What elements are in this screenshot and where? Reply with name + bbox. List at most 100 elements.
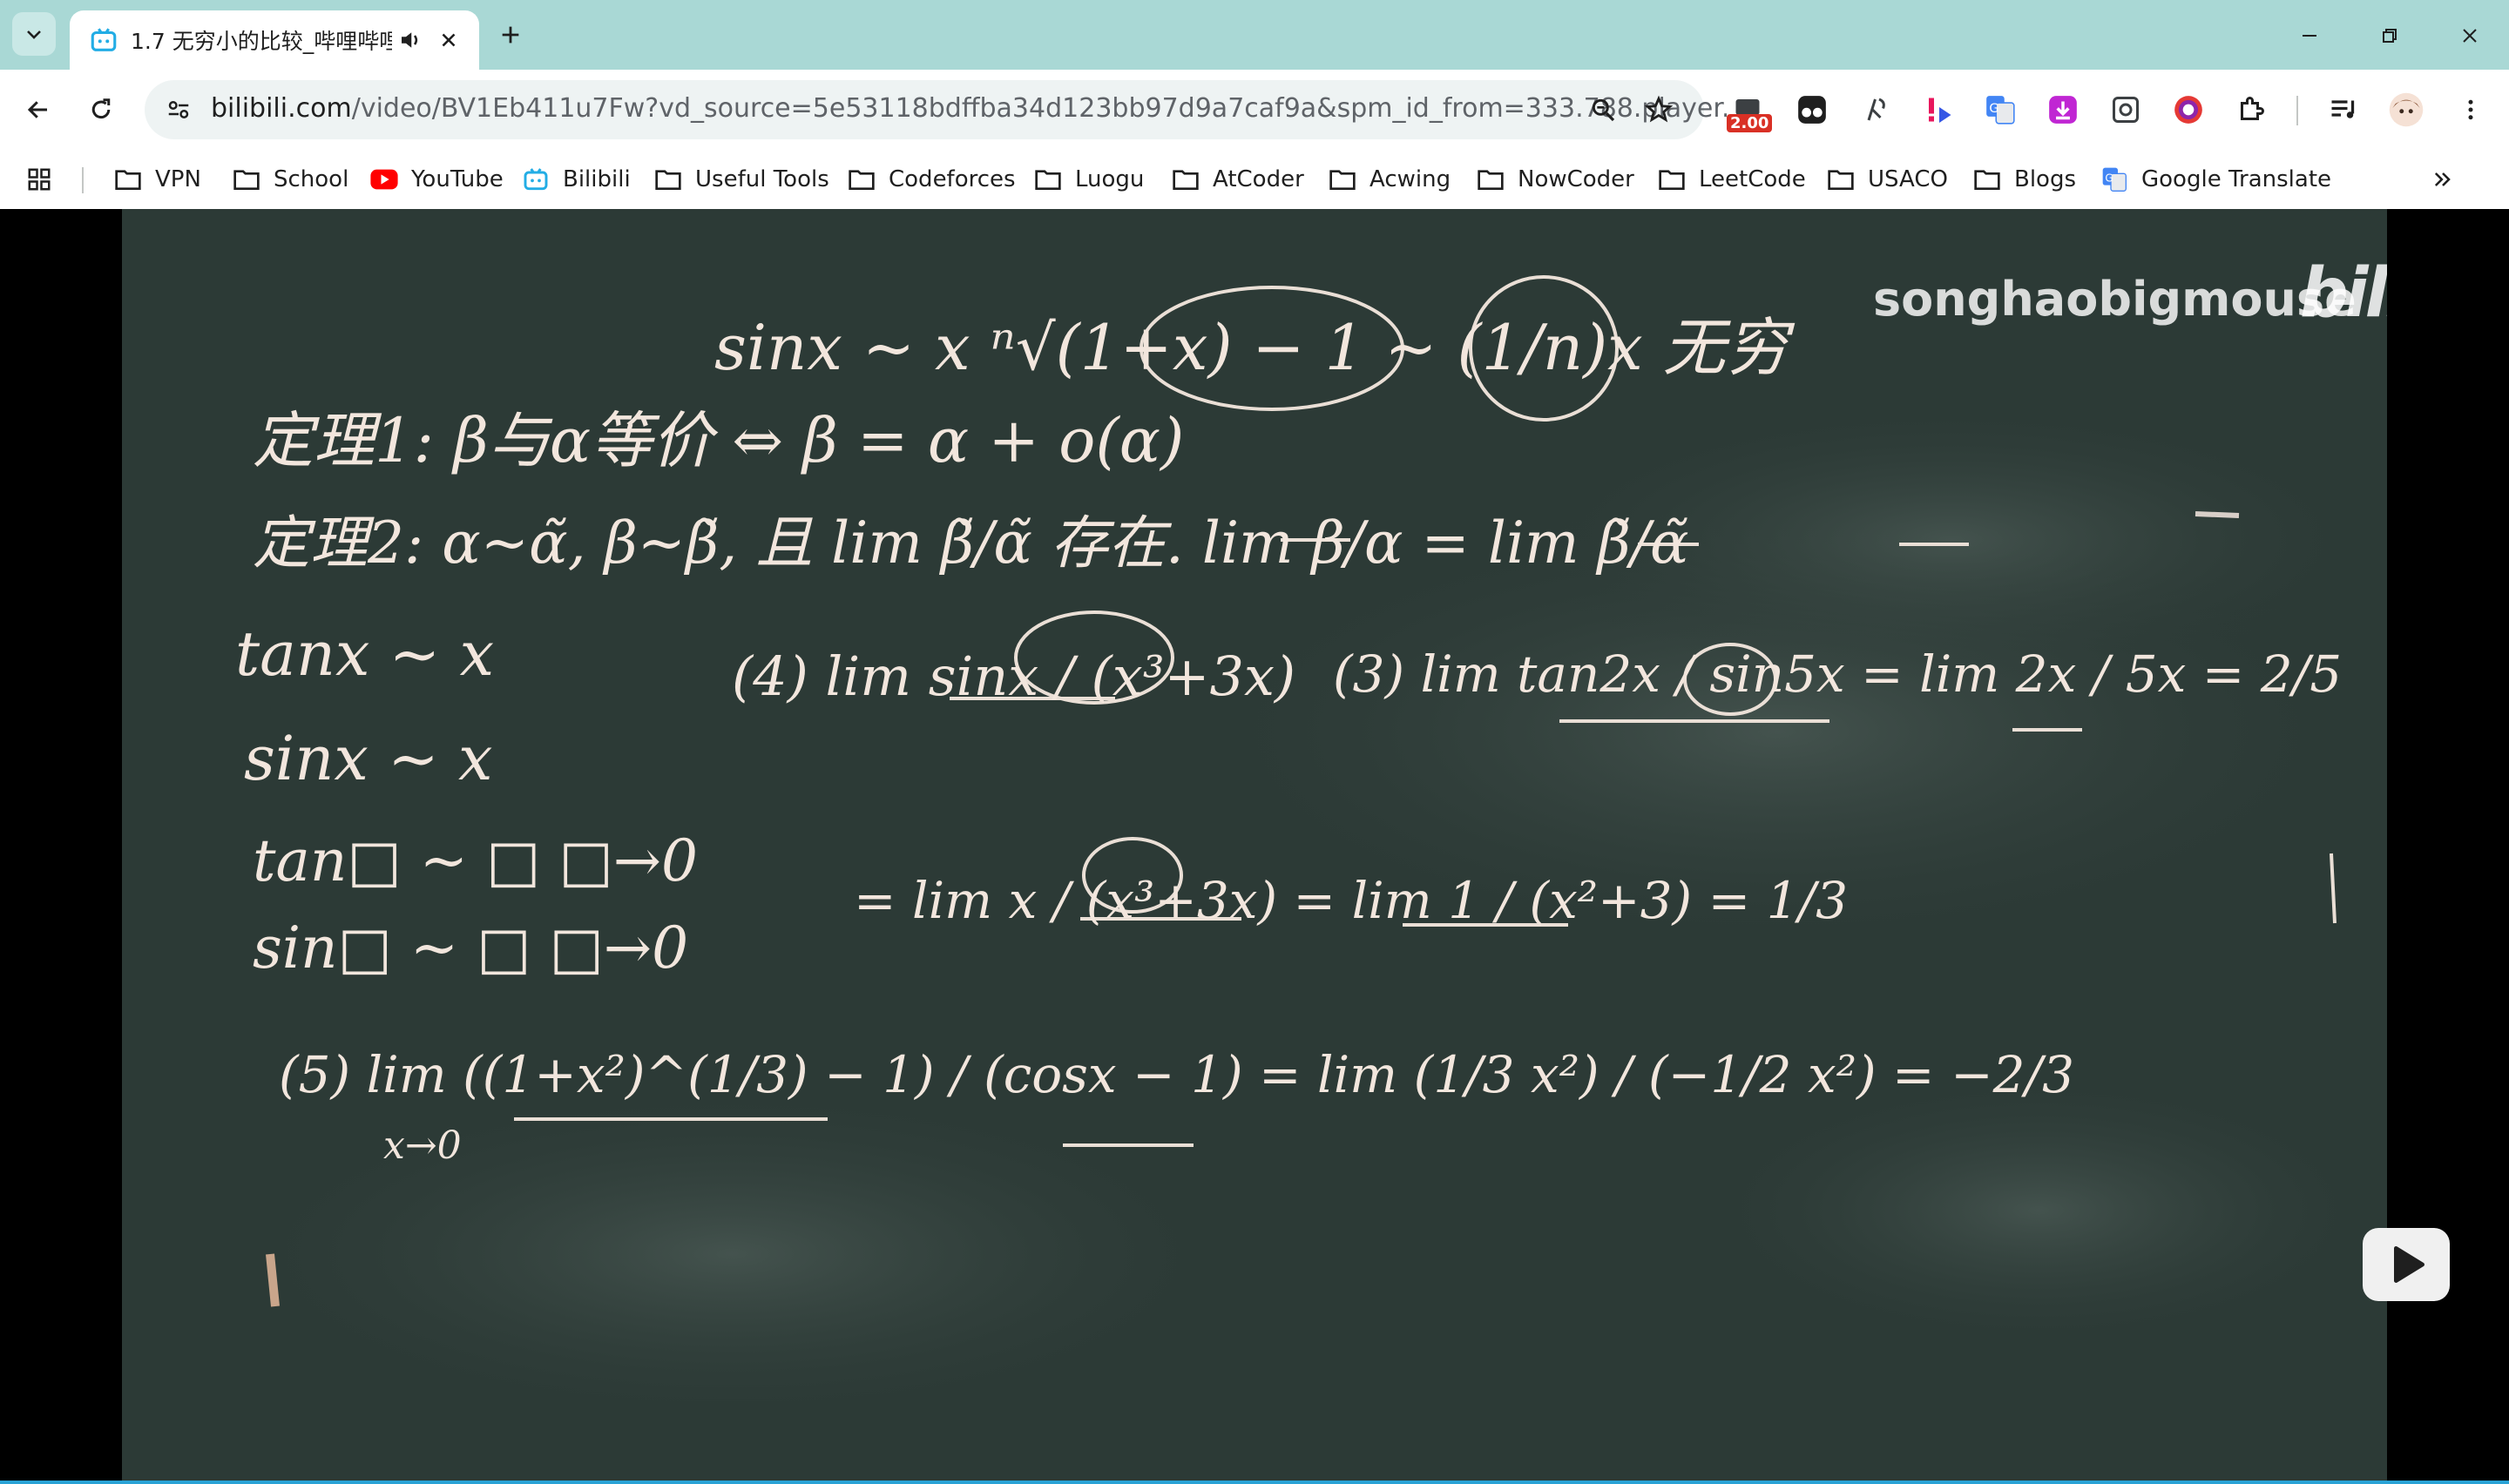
browser-window: 1.7 无穷小的比较_哔哩哔哩_bilibili bilibili.c — [0, 0, 2509, 1484]
new-tab-button[interactable] — [493, 17, 528, 52]
chalkboard-frame: songhaobigmouse bilibili sinx ~ x ⁿ√(1+x… — [122, 209, 2387, 1484]
bookmark-blogs[interactable]: Blogs — [1972, 159, 2076, 200]
screenshot-icon — [2113, 97, 2139, 123]
extension-button[interactable] — [1917, 87, 1962, 132]
media-controls-button[interactable] — [2321, 87, 2366, 132]
bilibili-watermark-logo: bilibili — [2300, 254, 2387, 333]
bookmark-leetcode[interactable]: LeetCode — [1657, 159, 1806, 200]
board-example-4-steps: = lim x / (x³+3x) = lim 1 / (x²+3) = 1/3 — [854, 871, 1848, 930]
back-button[interactable] — [17, 89, 59, 131]
url-text[interactable]: bilibili.com/video/BV1Eb411u7Fw?vd_sourc… — [211, 93, 1727, 124]
apps-grid-icon — [28, 168, 51, 191]
more-bookmarks-button[interactable] — [2431, 159, 2455, 200]
bookmark-label: Codeforces — [889, 166, 1016, 192]
close-tab-icon[interactable] — [437, 29, 460, 51]
extension-button[interactable] — [2103, 87, 2148, 132]
bookmark-label: School — [274, 166, 349, 192]
plus-icon — [502, 26, 519, 44]
bilibili-icon — [91, 28, 117, 51]
tab-active[interactable]: 1.7 无穷小的比较_哔哩哔哩_bilibili — [70, 10, 479, 70]
bookmark-star-icon[interactable] — [1643, 94, 1674, 125]
bookmark-school[interactable]: School — [232, 159, 348, 200]
bookmark-luogu[interactable]: Luogu — [1033, 159, 1144, 200]
video-speed-extension[interactable]: 2.00 — [1725, 87, 1773, 132]
bookmarks-divider — [82, 167, 84, 193]
extension-button[interactable]: G — [1978, 87, 2023, 132]
tab-search-button[interactable] — [12, 12, 56, 56]
reload-icon — [91, 98, 111, 119]
speaker-icon[interactable] — [397, 27, 423, 53]
extension-button[interactable] — [1789, 87, 1835, 132]
close-icon — [2463, 29, 2477, 43]
bookmark-label: YouTube — [411, 166, 504, 192]
board-example-4: (4) lim sinx / (x³+3x) — [732, 644, 1296, 708]
google-translate-ext-icon: G — [1986, 96, 2015, 125]
bookmark-label: Luogu — [1075, 166, 1145, 192]
folder-icon — [232, 165, 261, 194]
extension-button[interactable] — [2166, 87, 2211, 132]
bookmark-label: Acwing — [1369, 166, 1451, 192]
bookmark-label: NowCoder — [1518, 166, 1634, 192]
address-bar[interactable]: bilibili.com/video/BV1Eb411u7Fw?vd_sourc… — [145, 80, 1727, 139]
board-sin-equiv: sinx ~ x — [244, 723, 493, 794]
folder-icon — [113, 165, 143, 194]
svg-text:G: G — [2105, 172, 2113, 185]
more-vertical-icon — [2468, 99, 2473, 120]
tampermonkey-icon — [1798, 96, 1826, 124]
download-icon — [2049, 96, 2077, 124]
minimize-button[interactable] — [2289, 16, 2330, 56]
play-button[interactable] — [2363, 1228, 2450, 1301]
bookmark-atcoder[interactable]: AtCoder — [1171, 159, 1304, 200]
svg-text:G: G — [1989, 102, 1998, 116]
extension-button[interactable] — [1854, 87, 1899, 132]
color-picker-icon — [2174, 96, 2202, 124]
board-tan-box-equiv: tan□ ~ □ □→0 — [253, 827, 698, 894]
bookmark-usaco[interactable]: USACO — [1826, 159, 1948, 200]
browser-menu-button[interactable] — [2448, 87, 2493, 132]
speed-badge: 2.00 — [1727, 114, 1773, 132]
bookmark-codeforces[interactable]: Codeforces — [847, 159, 1016, 200]
folder-icon — [1328, 165, 1357, 194]
folder-icon — [1033, 165, 1063, 194]
apps-button[interactable] — [26, 159, 52, 200]
avatar — [2389, 92, 2424, 127]
bookmark-bilibili[interactable]: Bilibili — [521, 159, 631, 200]
bookmark-label: VPN — [155, 166, 201, 192]
bilibili-icon — [521, 165, 551, 194]
bookmark-label: Blogs — [2014, 166, 2077, 192]
restore-button[interactable] — [2370, 16, 2410, 56]
alert-play-icon — [1929, 98, 1951, 123]
extensions-menu-button[interactable] — [2228, 87, 2274, 132]
site-info-icon[interactable] — [164, 95, 193, 125]
play-icon — [2394, 1246, 2424, 1283]
toolbar: bilibili.com/video/BV1Eb411u7Fw?vd_sourc… — [0, 70, 2509, 150]
folder-icon — [1476, 165, 1505, 194]
board-line-1: sinx ~ x ⁿ√(1+x) − 1 ~ (1/n)x 无穷 — [714, 311, 1789, 384]
bookmark-nowcoder[interactable]: NowCoder — [1476, 159, 1634, 200]
board-example-3: (3) lim tan2x / sin5x = lim 2x / 5x = 2/… — [1333, 644, 2343, 704]
bookmark-acwing[interactable]: Acwing — [1328, 159, 1451, 200]
profile-button[interactable] — [2384, 87, 2429, 132]
folder-icon — [1657, 165, 1687, 194]
video-progress-bar[interactable] — [0, 1481, 2509, 1484]
board-example-5: (5) lim ((1+x²)^(1/3) − 1) / (cosx − 1) … — [279, 1045, 2075, 1104]
board-sin-box-equiv: sin□ ~ □ □→0 — [253, 914, 689, 981]
folder-icon — [847, 165, 876, 194]
video-player[interactable]: songhaobigmouse bilibili sinx ~ x ⁿ√(1+x… — [0, 209, 2509, 1484]
arrow-left-icon — [27, 101, 47, 118]
bookmark-google-translate[interactable]: G Google Translate — [2100, 159, 2331, 200]
close-window-button[interactable] — [2450, 16, 2490, 56]
puzzle-icon — [2241, 97, 2264, 120]
reload-button[interactable] — [80, 89, 122, 131]
folder-icon — [1972, 165, 2002, 194]
tab-title: 1.7 无穷小的比较_哔哩哔哩_bilibili — [131, 29, 392, 54]
bookmark-label: USACO — [1868, 166, 1948, 192]
board-tan-equiv: tanx ~ x — [235, 618, 495, 690]
extension-button[interactable] — [2040, 87, 2086, 132]
bookmark-label: AtCoder — [1213, 166, 1304, 192]
bookmark-useful-tools[interactable]: Useful Tools — [653, 159, 829, 200]
zoom-icon[interactable] — [1587, 94, 1619, 125]
bookmark-vpn[interactable]: VPN — [113, 159, 201, 200]
folder-icon — [1826, 165, 1856, 194]
bookmark-youtube[interactable]: YouTube — [369, 159, 504, 200]
